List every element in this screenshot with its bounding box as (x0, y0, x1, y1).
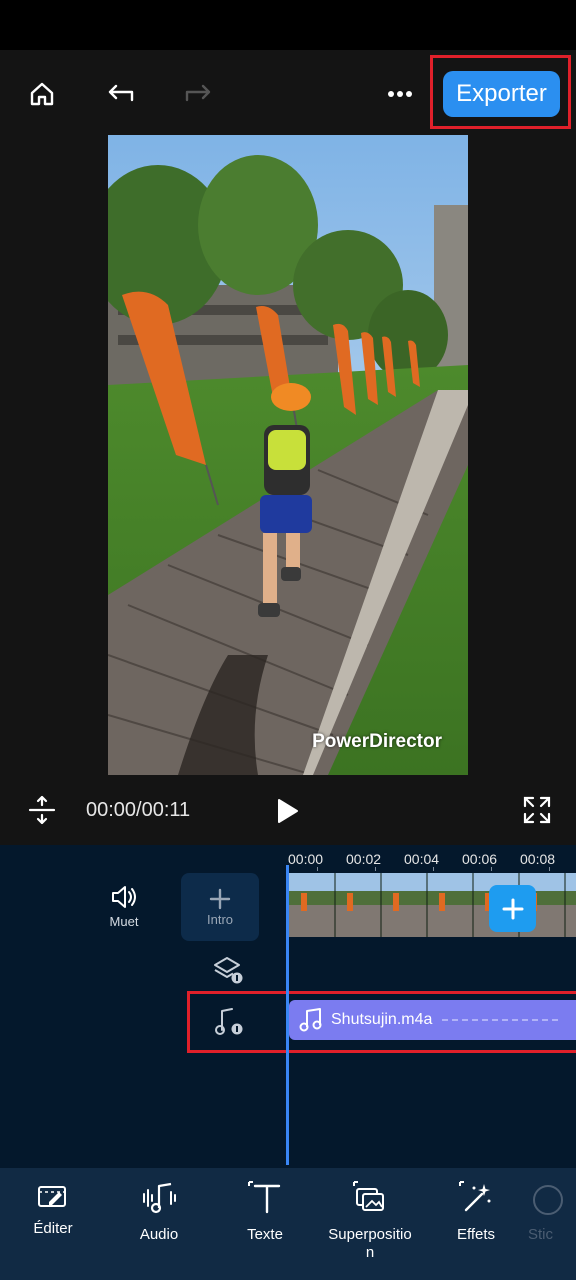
nav-audio[interactable]: Audio (111, 1180, 207, 1244)
add-clip-button[interactable] (489, 885, 536, 932)
watermark-text: PowerDirector (312, 731, 442, 752)
sticker-icon (533, 1185, 563, 1215)
player-controls: 00:00/00:11 (0, 775, 576, 845)
video-preview[interactable]: PowerDirector (108, 135, 468, 775)
nav-text[interactable]: Texte (217, 1180, 313, 1244)
export-button[interactable]: Exporter (443, 71, 560, 117)
timeline[interactable]: 00:00 00:02 00:04 00:06 00:08 Muet Intro (0, 845, 576, 1168)
bottom-toolbar: Éditer Audio Texte Superpositio n Effets… (0, 1168, 576, 1280)
ruler-mark: 00:06 (462, 851, 498, 867)
video-frame-image (108, 135, 468, 775)
music-note-icon (299, 1008, 322, 1032)
fullscreen-icon[interactable] (522, 795, 552, 830)
ruler-mark: 00:04 (404, 851, 440, 867)
top-toolbar: Exporter (0, 50, 576, 135)
overlay-icon (353, 1181, 384, 1211)
waveform (442, 1019, 563, 1021)
nav-effects[interactable]: Effets (428, 1180, 524, 1244)
redo-icon (178, 74, 218, 114)
mute-icon[interactable] (110, 885, 138, 914)
intro-button[interactable]: Intro (181, 873, 259, 941)
audio-clip-name: Shutsujin.m4a (331, 1011, 433, 1028)
mute-label: Muet (109, 914, 139, 929)
nav-overlay[interactable]: Superpositio n (322, 1180, 418, 1262)
plus-icon (502, 898, 523, 919)
more-icon[interactable] (380, 74, 420, 114)
intro-label: Intro (206, 911, 233, 927)
home-icon[interactable] (22, 74, 62, 114)
ruler-mark: 00:00 (288, 851, 324, 867)
nav-label: Audio (139, 1226, 179, 1243)
text-icon (248, 1181, 281, 1214)
nav-label: Superpositio n (328, 1226, 412, 1261)
nav-label: Effets (456, 1226, 496, 1243)
nav-sticker[interactable]: Stic (528, 1180, 576, 1244)
playhead[interactable] (286, 865, 289, 1165)
nav-edit[interactable]: Éditer (5, 1180, 101, 1238)
time-display: 00:00/00:11 (86, 799, 191, 821)
music-track-icon[interactable] (214, 1007, 246, 1042)
undo-icon[interactable] (101, 74, 141, 114)
audio-clip[interactable]: Shutsujin.m4a (289, 1000, 576, 1040)
export-highlight: Exporter (430, 55, 571, 129)
preview-area: PowerDirector (0, 135, 576, 775)
ruler-mark: 00:02 (346, 851, 382, 867)
nav-label: Texte (247, 1226, 283, 1243)
play-icon[interactable] (276, 798, 300, 829)
plus-icon (209, 888, 231, 909)
ruler-mark: 00:08 (520, 851, 556, 867)
effects-icon (459, 1181, 491, 1212)
audio-icon (143, 1182, 176, 1214)
edit-icon (38, 1186, 66, 1207)
nav-label: Stic (528, 1226, 554, 1243)
nav-label: Éditer (33, 1220, 73, 1237)
split-icon[interactable] (28, 795, 56, 830)
layers-icon[interactable] (213, 955, 245, 990)
status-bar (0, 0, 576, 50)
